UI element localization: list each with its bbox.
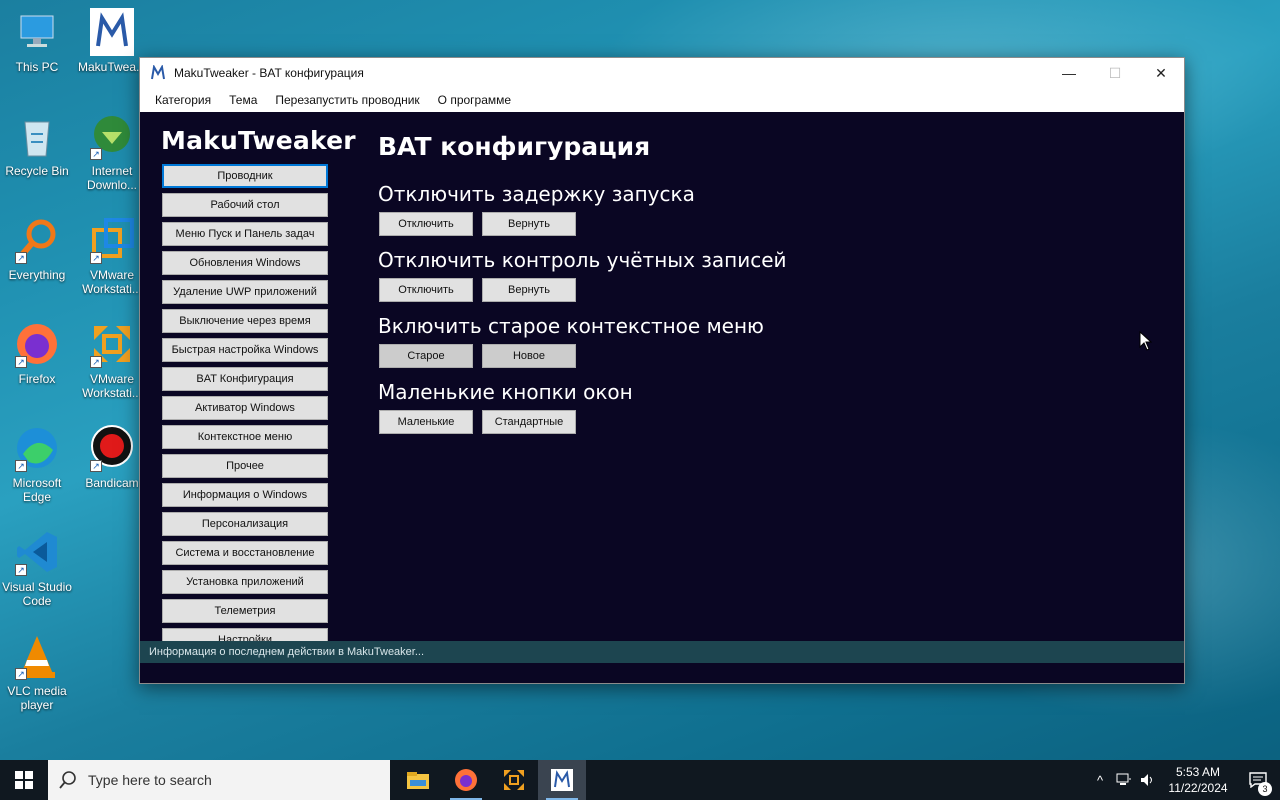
close-button[interactable]: ✕: [1138, 58, 1184, 88]
nav-start-taskbar[interactable]: Меню Пуск и Панель задач: [162, 222, 328, 246]
group-startup-delay: Отключить задержку запуска Отключить Вер…: [378, 182, 695, 236]
volume-icon[interactable]: [1136, 773, 1160, 787]
mouse-cursor-icon: [1139, 330, 1153, 355]
nav-personalization[interactable]: Персонализация: [162, 512, 328, 536]
system-tray: ^ 5:53 AM 11/22/2024 3: [1088, 760, 1280, 800]
nav-bat-config[interactable]: BAT Конфигурация: [162, 367, 328, 391]
group-heading: Отключить задержку запуска: [378, 182, 695, 206]
menu-about[interactable]: О программе: [429, 93, 520, 107]
desktop-icon-vlc[interactable]: ↗ VLC media player: [0, 632, 74, 712]
new-context-menu-button[interactable]: Новое: [482, 344, 576, 368]
menu-theme[interactable]: Тема: [220, 93, 266, 107]
minimize-button[interactable]: —: [1046, 58, 1092, 88]
old-context-menu-button[interactable]: Старое: [379, 344, 473, 368]
firefox-icon: [455, 769, 477, 791]
makutweaker-icon: [88, 8, 136, 56]
file-explorer-icon: [407, 772, 429, 789]
desktop-icon-everything[interactable]: ↗ Everything: [0, 216, 74, 282]
notification-count-badge: 3: [1258, 782, 1272, 796]
nav-windows-info[interactable]: Информация о Windows: [162, 483, 328, 507]
show-hidden-icons-chevron-icon[interactable]: ^: [1088, 773, 1112, 788]
vmware-icon: [504, 770, 524, 790]
status-bar: Информация о последнем действии в MakuTw…: [140, 641, 1184, 663]
desktop-icon-this-pc[interactable]: This PC: [0, 8, 74, 74]
taskbar: Type here to search ^ 5:53 AM 11/22/2024…: [0, 760, 1280, 800]
bandicam-icon: ↗: [88, 424, 136, 472]
makutweaker-icon: [150, 64, 166, 81]
taskbar-search-box[interactable]: Type here to search: [48, 760, 390, 800]
desktop-icon-makutweaker[interactable]: MakuTwea...: [75, 8, 149, 74]
everything-search-icon: ↗: [13, 216, 61, 264]
vmware-player-icon: ↗: [88, 320, 136, 368]
network-icon[interactable]: [1112, 773, 1136, 787]
desktop-icon-vscode[interactable]: ↗ Visual Studio Code: [0, 528, 74, 608]
maximize-button[interactable]: ☐: [1092, 58, 1138, 88]
standard-buttons-button[interactable]: Стандартные: [482, 410, 576, 434]
edge-icon: ↗: [13, 424, 61, 472]
desktop-icon-internet-download-manager[interactable]: ↗ Internet Downlo...: [75, 112, 149, 192]
disable-startup-delay-button[interactable]: Отключить: [379, 212, 473, 236]
status-text: Информация о последнем действии в MakuTw…: [149, 646, 425, 658]
nav-system-recovery[interactable]: Система и восстановление: [162, 541, 328, 565]
taskbar-file-explorer[interactable]: [394, 760, 442, 800]
group-heading: Отключить контроль учётных записей: [378, 248, 787, 272]
vmware-workstation-icon: ↗: [88, 216, 136, 264]
desktop-icon-vmware-workstation[interactable]: ↗ VMware Workstati...: [75, 216, 149, 296]
group-old-context-menu: Включить старое контекстное меню Старое …: [378, 314, 764, 368]
taskbar-vmware[interactable]: [490, 760, 538, 800]
restore-startup-delay-button[interactable]: Вернуть: [482, 212, 576, 236]
desktop-icon-bandicam[interactable]: ↗ Bandicam: [75, 424, 149, 490]
makutweaker-icon: [551, 769, 573, 791]
title-bar[interactable]: MakuTweaker - BAT конфигурация — ☐ ✕: [140, 58, 1184, 88]
app-brand: MakuTweaker: [161, 126, 356, 155]
small-buttons-button[interactable]: Маленькие: [379, 410, 473, 434]
desktop-icon-edge[interactable]: ↗ Microsoft Edge: [0, 424, 74, 504]
clock-time: 5:53 AM: [1175, 765, 1221, 779]
recycle-bin-icon: [13, 112, 61, 160]
vlc-icon: ↗: [13, 632, 61, 680]
window-controls: — ☐ ✕: [1046, 58, 1184, 88]
makutweaker-window: MakuTweaker - BAT конфигурация — ☐ ✕ Кат…: [139, 57, 1185, 684]
vscode-icon: ↗: [13, 528, 61, 576]
search-placeholder: Type here to search: [88, 772, 212, 788]
nav-other[interactable]: Прочее: [162, 454, 328, 478]
menu-restart-explorer[interactable]: Перезапустить проводник: [266, 93, 428, 107]
internet-download-manager-icon: ↗: [88, 112, 136, 160]
main-content: MakuTweaker Проводник Рабочий стол Меню …: [140, 112, 1184, 663]
menu-category[interactable]: Категория: [146, 93, 220, 107]
group-small-buttons: Маленькие кнопки окон Маленькие Стандарт…: [378, 380, 633, 434]
desktop-icon-recycle-bin[interactable]: Recycle Bin: [0, 112, 74, 178]
group-uac: Отключить контроль учётных записей Отклю…: [378, 248, 787, 302]
search-icon: [48, 771, 88, 789]
window-title: MakuTweaker - BAT конфигурация: [174, 66, 364, 80]
restore-uac-button[interactable]: Вернуть: [482, 278, 576, 302]
desktop-icon-firefox[interactable]: ↗ Firefox: [0, 320, 74, 386]
nav-timed-shutdown[interactable]: Выключение через время: [162, 309, 328, 333]
windows-logo-icon: [15, 771, 33, 789]
desktop-icon-vmware-player[interactable]: ↗ VMware Workstati...: [75, 320, 149, 400]
firefox-icon: ↗: [13, 320, 61, 368]
nav-uwp-removal[interactable]: Удаление UWP приложений: [162, 280, 328, 304]
nav-quick-setup[interactable]: Быстрая настройка Windows: [162, 338, 328, 362]
nav-telemetry[interactable]: Телеметрия: [162, 599, 328, 623]
nav-app-install[interactable]: Установка приложений: [162, 570, 328, 594]
nav-context-menu[interactable]: Контекстное меню: [162, 425, 328, 449]
nav-activator[interactable]: Активатор Windows: [162, 396, 328, 420]
group-heading: Включить старое контекстное меню: [378, 314, 764, 338]
clock-date: 11/22/2024: [1168, 781, 1228, 795]
computer-icon: [13, 8, 61, 56]
clock[interactable]: 5:53 AM 11/22/2024: [1160, 764, 1236, 796]
menu-bar: Категория Тема Перезапустить проводник О…: [140, 88, 1184, 112]
nav-desktop[interactable]: Рабочий стол: [162, 193, 328, 217]
taskbar-makutweaker[interactable]: [538, 760, 586, 800]
taskbar-firefox[interactable]: [442, 760, 490, 800]
nav-explorer[interactable]: Проводник: [162, 164, 328, 188]
group-heading: Маленькие кнопки окон: [378, 380, 633, 404]
disable-uac-button[interactable]: Отключить: [379, 278, 473, 302]
action-center-button[interactable]: 3: [1236, 772, 1280, 796]
page-title: BAT конфигурация: [378, 132, 651, 161]
nav-windows-update[interactable]: Обновления Windows: [162, 251, 328, 275]
sidebar-nav: Проводник Рабочий стол Меню Пуск и Панел…: [162, 164, 328, 657]
start-button[interactable]: [0, 760, 48, 800]
